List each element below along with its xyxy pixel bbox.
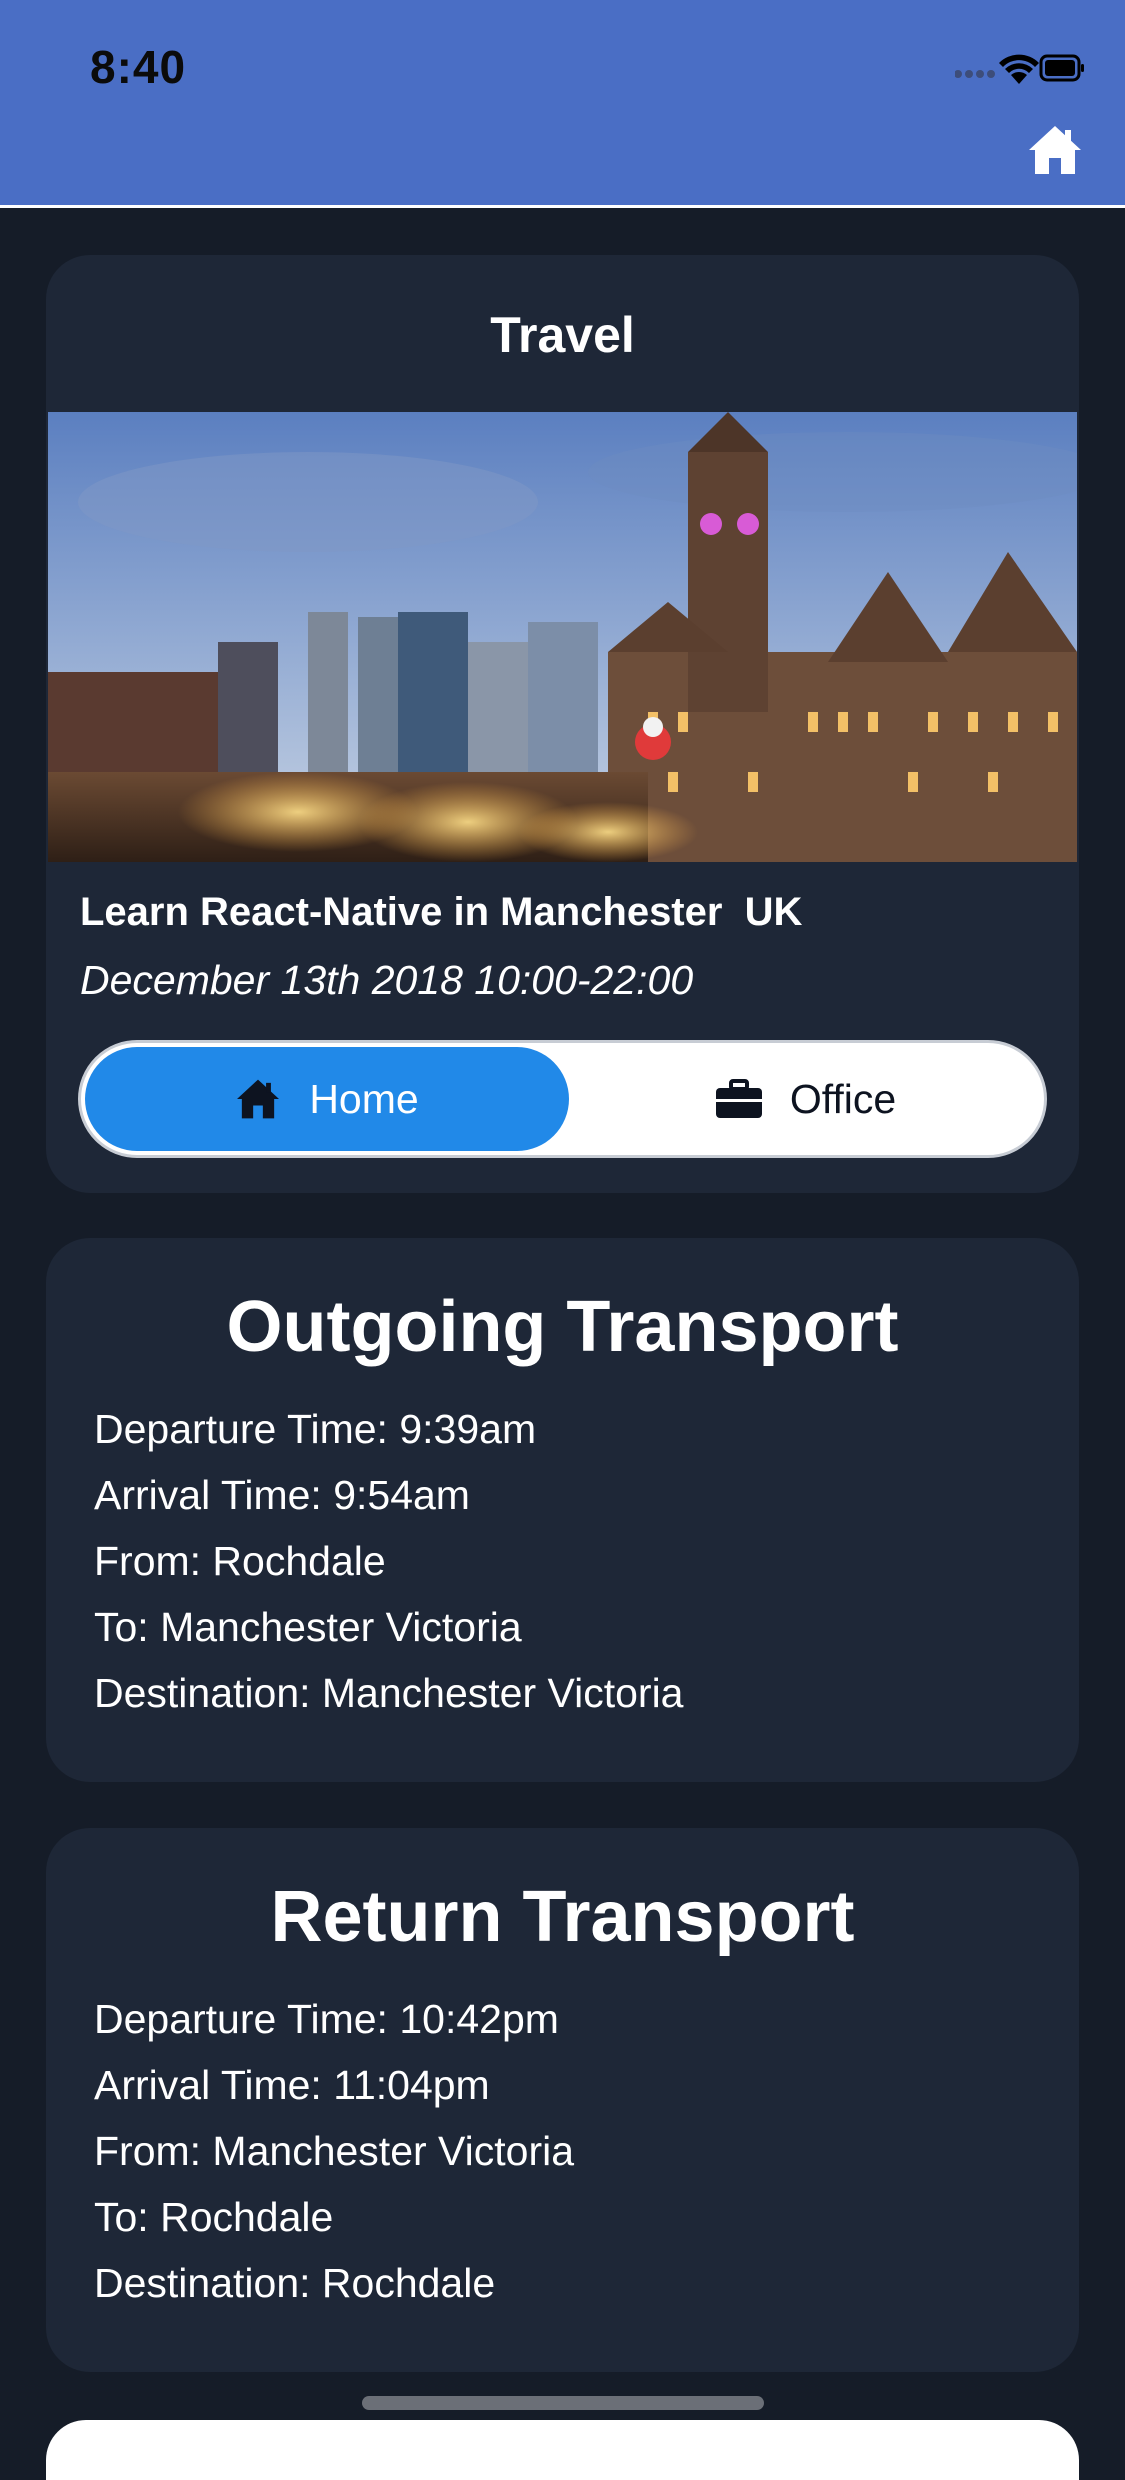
status-indicators <box>955 54 1084 84</box>
return-destination: Destination: Rochdale <box>94 2260 496 2306</box>
return-title: Return Transport <box>270 1877 855 1957</box>
home-icon <box>237 1079 280 1119</box>
event-date: December 13th 2018 10:00-22:00 <box>80 957 694 1003</box>
home-indicator[interactable] <box>362 2396 764 2410</box>
outgoing-title: Outgoing Transport <box>226 1287 899 1367</box>
return-departure: Departure Time: 10:42pm <box>94 1996 559 2042</box>
toggle-home-label: Home <box>309 1075 419 1122</box>
battery-icon <box>1039 54 1084 82</box>
home-icon[interactable] <box>1027 124 1083 176</box>
home-office-toggle: Home Office <box>78 1040 1047 1158</box>
outgoing-departure: Departure Time: 9:39am <box>94 1406 537 1452</box>
status-time: 8:40 <box>90 41 187 93</box>
return-from: From: Manchester Victoria <box>94 2128 575 2174</box>
briefcase-icon <box>715 1079 762 1118</box>
app-header: 8:40 <box>0 0 1125 208</box>
event-title: Learn React-Native in Manchester UK <box>80 890 803 934</box>
bottom-sheet-edge <box>46 2420 1079 2480</box>
outgoing-arrival: Arrival Time: 9:54am <box>94 1472 470 1518</box>
travel-title: Travel <box>490 307 635 363</box>
outgoing-to: To: Manchester Victoria <box>94 1604 522 1650</box>
outgoing-from: From: Rochdale <box>94 1538 386 1584</box>
toggle-office-option[interactable]: Office <box>569 1047 1043 1151</box>
wifi-icon <box>999 54 1039 84</box>
manchester-town-hall-photo <box>48 412 1077 862</box>
toggle-home-option[interactable]: Home <box>85 1047 569 1151</box>
outgoing-destination: Destination: Manchester Victoria <box>94 1670 684 1716</box>
toggle-office-label: Office <box>789 1075 897 1122</box>
signal-dots-icon <box>955 70 995 78</box>
return-arrival: Arrival Time: 11:04pm <box>94 2062 490 2108</box>
return-to: To: Rochdale <box>94 2194 334 2240</box>
